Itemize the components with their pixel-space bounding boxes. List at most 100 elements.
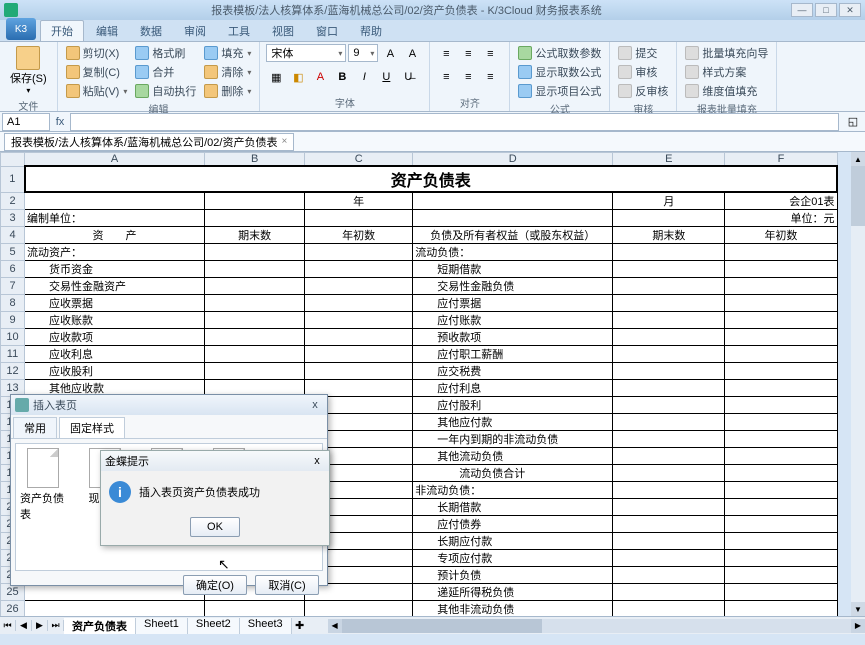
cell[interactable] xyxy=(205,278,305,295)
cell[interactable]: 长期借款 xyxy=(413,499,613,516)
cell[interactable] xyxy=(725,346,837,363)
cell[interactable] xyxy=(305,295,413,312)
cell[interactable] xyxy=(613,380,725,397)
row-header[interactable]: 5 xyxy=(1,244,25,261)
font-name-select[interactable]: 宋体 xyxy=(266,44,346,62)
cell[interactable] xyxy=(725,414,837,431)
cell[interactable]: 其他流动负债 xyxy=(413,448,613,465)
cell[interactable]: 应付股利 xyxy=(413,397,613,414)
cell[interactable]: 应收票据 xyxy=(25,295,205,312)
cell[interactable] xyxy=(305,329,413,346)
table-row[interactable]: 3编制单位：单位：元 xyxy=(1,210,838,227)
cell[interactable] xyxy=(725,380,837,397)
cell[interactable] xyxy=(613,601,725,618)
cell[interactable]: 应付票据 xyxy=(413,295,613,312)
cell[interactable] xyxy=(613,499,725,516)
row-header[interactable]: 9 xyxy=(1,312,25,329)
cell[interactable] xyxy=(205,363,305,380)
template-thumb[interactable]: 资产负债表 xyxy=(20,448,66,566)
cell[interactable]: 应付利息 xyxy=(413,380,613,397)
row-header[interactable]: 7 xyxy=(1,278,25,295)
cell[interactable] xyxy=(725,295,837,312)
dialog-close-icon[interactable]: x xyxy=(307,399,323,411)
scroll-thumb[interactable] xyxy=(851,166,865,226)
cell[interactable] xyxy=(305,312,413,329)
autorun-button[interactable]: 自动执行 xyxy=(133,82,198,100)
cell[interactable] xyxy=(725,397,837,414)
cell[interactable]: 交易性金融负债 xyxy=(413,278,613,295)
table-row[interactable]: 8 应收票据 应付票据 xyxy=(1,295,838,312)
copy-button[interactable]: 复制(C) xyxy=(64,63,130,81)
cell[interactable]: 应交税费 xyxy=(413,363,613,380)
fill-button[interactable]: 填充▾ xyxy=(202,44,253,62)
table-row[interactable]: 11 应收利息 应付职工薪酬 xyxy=(1,346,838,363)
cell[interactable] xyxy=(613,329,725,346)
cell[interactable] xyxy=(725,584,837,601)
vertical-scrollbar[interactable]: ▲ ▼ xyxy=(851,152,865,616)
cell[interactable]: 应付职工薪酬 xyxy=(413,346,613,363)
fontcolor-button[interactable]: A xyxy=(310,67,330,87)
cell[interactable] xyxy=(613,346,725,363)
cell[interactable] xyxy=(205,244,305,261)
cell[interactable]: 年初数 xyxy=(725,227,837,244)
cell[interactable] xyxy=(205,346,305,363)
cell[interactable]: 应收款项 xyxy=(25,329,205,346)
document-tab[interactable]: 报表模板/法人核算体系/蓝海机械总公司/02/资产负债表 × xyxy=(4,133,294,151)
row-header[interactable]: 8 xyxy=(1,295,25,312)
align-center-button[interactable]: ≡ xyxy=(458,67,478,87)
window-minimize[interactable]: — xyxy=(791,3,813,17)
cell[interactable]: 预计负债 xyxy=(413,567,613,584)
ribbon-tab[interactable]: 审阅 xyxy=(174,21,216,41)
cut-button[interactable]: 剪切(X) xyxy=(64,44,130,62)
save-button[interactable]: 保存(S) ▾ xyxy=(6,44,51,97)
cell[interactable] xyxy=(613,414,725,431)
cell[interactable] xyxy=(205,192,305,210)
cell[interactable] xyxy=(305,278,413,295)
table-row[interactable]: 5流动资产：流动负债： xyxy=(1,244,838,261)
cell[interactable] xyxy=(613,533,725,550)
cell[interactable]: 应收利息 xyxy=(25,346,205,363)
col-header[interactable]: A xyxy=(25,153,205,167)
cell[interactable] xyxy=(725,567,837,584)
table-row[interactable]: 26 其他非流动负债 xyxy=(1,601,838,618)
cell[interactable] xyxy=(613,431,725,448)
cell[interactable] xyxy=(205,295,305,312)
row-header[interactable]: 10 xyxy=(1,329,25,346)
scroll-down-icon[interactable]: ▼ xyxy=(851,602,865,616)
cell[interactable] xyxy=(725,329,837,346)
row-header[interactable]: 6 xyxy=(1,261,25,278)
toggle-panel-icon[interactable]: ◱ xyxy=(841,115,865,128)
cell[interactable] xyxy=(205,261,305,278)
cell[interactable] xyxy=(725,533,837,550)
scroll-up-icon[interactable]: ▲ xyxy=(851,152,865,166)
cell[interactable] xyxy=(613,567,725,584)
table-row[interactable]: 2年月会企01表 xyxy=(1,192,838,210)
cell[interactable] xyxy=(725,431,837,448)
ribbon-tab[interactable]: 窗口 xyxy=(306,21,348,41)
strike-button[interactable]: U̶ xyxy=(398,67,418,87)
cell[interactable]: 其他应付款 xyxy=(413,414,613,431)
font-size-select[interactable]: 9 xyxy=(348,44,378,62)
ribbon-tab[interactable]: 工具 xyxy=(218,21,260,41)
ribbon-tab[interactable]: 视图 xyxy=(262,21,304,41)
cell[interactable]: 一年内到期的非流动负债 xyxy=(413,431,613,448)
ribbon-tab[interactable]: 数据 xyxy=(130,21,172,41)
row-header[interactable]: 3 xyxy=(1,210,25,227)
cell[interactable]: 应付账款 xyxy=(413,312,613,329)
cell[interactable] xyxy=(613,516,725,533)
message-ok-button[interactable]: OK xyxy=(190,517,240,537)
row-header[interactable]: 11 xyxy=(1,346,25,363)
cell[interactable]: 资 产 xyxy=(25,227,205,244)
ribbon-tab[interactable]: 编辑 xyxy=(86,21,128,41)
cell[interactable] xyxy=(725,363,837,380)
horizontal-scrollbar[interactable]: ◀ ▶ xyxy=(328,619,865,633)
dialog-tab-fixed[interactable]: 固定样式 xyxy=(59,417,125,438)
name-box[interactable]: A1 xyxy=(2,113,50,131)
align-bottom-button[interactable]: ≡ xyxy=(480,44,500,64)
row-header[interactable]: 26 xyxy=(1,601,25,618)
new-sheet-icon[interactable]: ✚ xyxy=(292,619,308,632)
border-button[interactable]: ▦ xyxy=(266,67,286,87)
dialog-ok-button[interactable]: 确定(O) xyxy=(183,575,247,595)
window-maximize[interactable]: □ xyxy=(815,3,837,17)
cell[interactable] xyxy=(305,244,413,261)
